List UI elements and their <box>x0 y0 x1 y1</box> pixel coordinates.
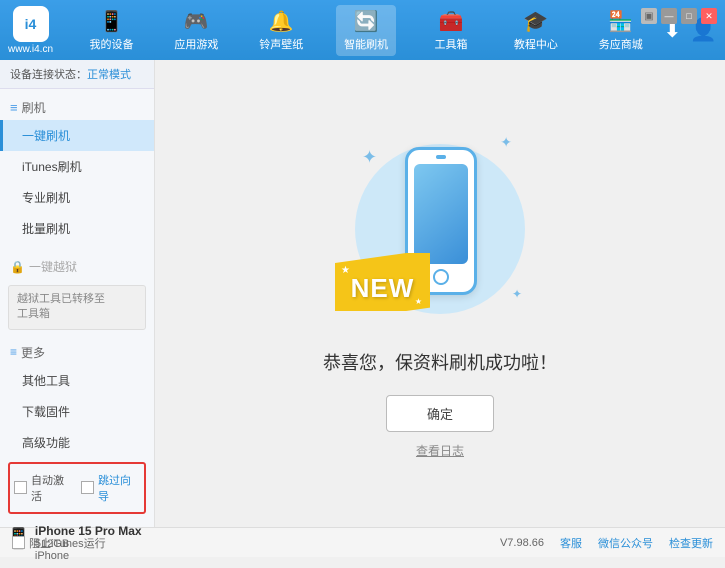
nav-toolbox-label: 工具箱 <box>434 36 467 52</box>
sparkle-icon-2: ✦ <box>500 134 512 151</box>
nav-smart-flash-label: 智能刷机 <box>344 36 388 52</box>
nav-smart-flash[interactable]: 🔄 智能刷机 <box>336 5 396 56</box>
auto-activate-label: 自动激活 <box>31 472 73 504</box>
view-log-link[interactable]: 查看日志 <box>416 442 464 459</box>
flash-section-icon: ≡ <box>10 100 18 115</box>
sidebar-item-one-key-flash[interactable]: 一键刷机 <box>0 120 154 151</box>
new-banner-text-container: NEW ★ ★ <box>335 253 430 311</box>
content-main: ✦ ✦ ✦ NEW ★ ★ <box>155 60 725 527</box>
flash-section-label: 刷机 <box>22 99 46 116</box>
auto-activate-checkbox[interactable] <box>14 481 27 494</box>
advanced-label: 高级功能 <box>22 436 70 450</box>
phone-home-button <box>433 269 449 285</box>
itunes-flash-label: iTunes刷机 <box>22 160 82 174</box>
confirm-button[interactable]: 确定 <box>386 395 494 432</box>
new-banner-container: NEW ★ ★ <box>335 253 430 311</box>
device-controls-box: 自动激活 跳过向导 <box>8 462 146 514</box>
toolbox-icon: 🧰 <box>439 9 464 34</box>
sparkle-icon-3: ✦ <box>512 287 522 301</box>
minimize-button[interactable]: — <box>661 8 677 24</box>
nav-tutorials-label: 教程中心 <box>514 36 558 52</box>
more-section-header: ≡ 更多 <box>0 338 154 365</box>
flash-section-header: ≡ 刷机 <box>0 93 154 120</box>
nav-toolbox[interactable]: 🧰 工具箱 <box>421 5 481 56</box>
nav-service-label: 务应商城 <box>599 36 643 52</box>
window-indicator-1: ▣ <box>641 8 657 24</box>
flash-section: ≡ 刷机 一键刷机 iTunes刷机 专业刷机 批量刷机 <box>0 89 154 248</box>
sidebar: 设备连接状态：正常模式 ≡ 刷机 一键刷机 iTunes刷机 专业刷机 批量刷机… <box>0 60 155 527</box>
maximize-button[interactable]: □ <box>681 8 697 24</box>
device-icon: 📱 <box>99 9 124 34</box>
success-title: 恭喜您，保资料刷机成功啦！ <box>323 349 557 375</box>
one-key-flash-label: 一键刷机 <box>22 129 70 143</box>
star-icon-1: ★ <box>341 265 350 276</box>
new-badge-text: NEW <box>351 273 415 304</box>
nav-apps-games[interactable]: 🎮 应用游戏 <box>166 5 226 56</box>
device-type: iPhone <box>35 550 142 562</box>
logo-text: www.i4.cn <box>8 44 53 55</box>
other-tools-label: 其他工具 <box>22 374 70 388</box>
breadcrumb-prefix: 设备连接状态： <box>10 69 87 81</box>
sidebar-item-pro-flash[interactable]: 专业刷机 <box>0 182 154 213</box>
nav-ringtones-label: 铃声壁纸 <box>259 36 303 52</box>
version-label: V7.98.66 <box>500 537 544 549</box>
breadcrumb-status: 正常模式 <box>87 69 131 81</box>
nav-apps-label: 应用游戏 <box>174 36 218 52</box>
sidebar-bottom: 自动激活 跳过向导 📱 iPhone 15 Pro Max 512GB iPho… <box>0 458 154 568</box>
logo: i4 www.i4.cn <box>8 6 53 55</box>
sparkle-icon-1: ✦ <box>362 147 377 168</box>
footer-left: 阻止iTunes运行 <box>12 535 106 551</box>
apps-icon: 🎮 <box>184 9 209 34</box>
sidebar-item-other-tools[interactable]: 其他工具 <box>0 365 154 396</box>
pro-flash-label: 专业刷机 <box>22 191 70 205</box>
phone-speaker <box>436 155 446 159</box>
stop-itunes-checkbox[interactable] <box>12 536 25 549</box>
content-area: ✦ ✦ ✦ NEW ★ ★ <box>155 60 725 527</box>
lock-icon: 🔒 <box>10 260 25 274</box>
footer-right: V7.98.66 客服 微信公众号 检查更新 <box>500 535 713 551</box>
sidebar-item-itunes-flash[interactable]: iTunes刷机 <box>0 151 154 182</box>
guide-checkbox[interactable] <box>81 481 94 494</box>
sidebar-item-batch-flash[interactable]: 批量刷机 <box>0 213 154 244</box>
stop-itunes-label: 阻止iTunes运行 <box>29 535 106 551</box>
sidebar-disabled-jailbreak: 🔒 一键越狱 <box>0 252 154 281</box>
disabled-label: 一键越狱 <box>29 258 77 275</box>
auto-activate-row: 自动激活 跳过向导 <box>14 468 140 508</box>
batch-flash-label: 批量刷机 <box>22 222 70 236</box>
sidebar-note: 越狱工具已转移至 工具箱 <box>8 285 146 330</box>
tutorials-icon: 🎓 <box>523 9 548 34</box>
service-icon: 🏪 <box>608 9 633 34</box>
nav-ringtones[interactable]: 🔔 铃声壁纸 <box>251 5 311 56</box>
sidebar-item-advanced[interactable]: 高级功能 <box>0 427 154 458</box>
ringtones-icon: 🔔 <box>269 9 294 34</box>
star-icon-2: ★ <box>415 297 422 306</box>
close-button[interactable]: ✕ <box>701 8 717 24</box>
nav-tutorials[interactable]: 🎓 教程中心 <box>506 5 566 56</box>
wechat-link[interactable]: 微信公众号 <box>598 535 653 551</box>
download-firmware-label: 下载固件 <box>22 405 70 419</box>
nav-my-device[interactable]: 📱 我的设备 <box>81 5 141 56</box>
window-controls: ▣ — □ ✕ <box>641 8 717 24</box>
nav-bar: 📱 我的设备 🎮 应用游戏 🔔 铃声壁纸 🔄 智能刷机 🧰 工具箱 🎓 <box>69 5 663 56</box>
guide-label[interactable]: 跳过向导 <box>98 472 140 504</box>
check-update-link[interactable]: 检查更新 <box>669 535 713 551</box>
nav-my-device-label: 我的设备 <box>89 36 133 52</box>
phone-illustration: ✦ ✦ ✦ NEW ★ ★ <box>330 129 550 329</box>
smart-flash-icon: 🔄 <box>354 9 379 34</box>
header: i4 www.i4.cn 📱 我的设备 🎮 应用游戏 🔔 铃声壁纸 🔄 智能刷机 <box>0 0 725 60</box>
more-section-label: 更多 <box>21 344 45 361</box>
main-layout: 设备连接状态：正常模式 ≡ 刷机 一键刷机 iTunes刷机 专业刷机 批量刷机… <box>0 60 725 527</box>
phone-screen <box>414 164 468 264</box>
client-link[interactable]: 客服 <box>560 535 582 551</box>
sidebar-item-download-firmware[interactable]: 下载固件 <box>0 396 154 427</box>
logo-icon: i4 <box>13 6 49 42</box>
